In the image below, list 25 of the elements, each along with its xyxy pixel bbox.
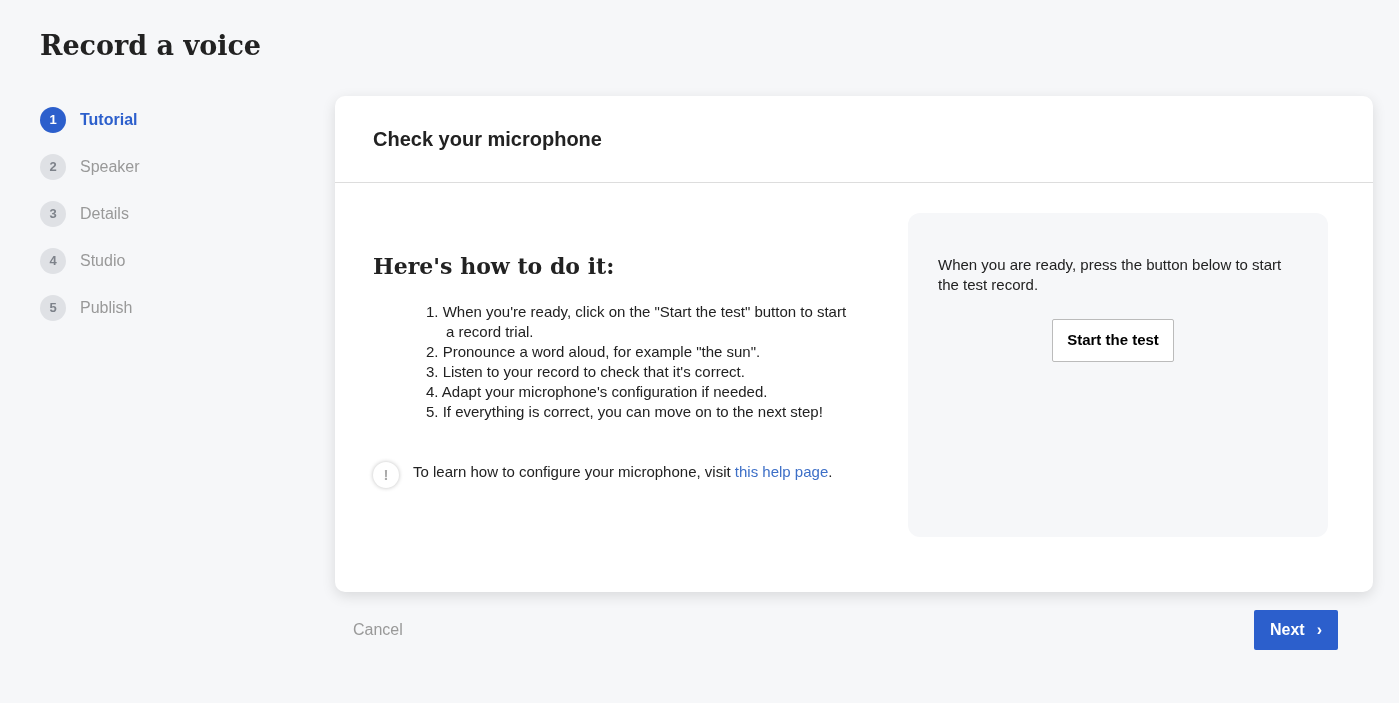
step-number: 4 (40, 247, 66, 274)
card-title: Check your microphone (335, 96, 1373, 184)
instruction-item: 2. Pronounce a word aloud, for example "the sun". (426, 341, 762, 362)
chevron-right-icon: › (1316, 618, 1322, 643)
instruction-item: 5. If everything is correct, you can move on to the next step! (426, 401, 824, 422)
step-label[interactable]: Studio (80, 248, 126, 273)
section-heading: Here's how to do it: (373, 253, 616, 280)
cancel-button[interactable]: Cancel (353, 618, 403, 643)
step-label[interactable]: Publish (80, 295, 133, 320)
help-note: To learn how to configure your microphone, visit this help page. (413, 461, 833, 482)
step-number: 2 (40, 153, 66, 180)
step-label[interactable]: Details (80, 201, 129, 226)
page-title: Record a voice (40, 30, 263, 63)
next-button[interactable]: Next › (1254, 610, 1338, 651)
instruction-item: 4. Adapt your microphone's configuration if needed. (426, 381, 769, 402)
step-number: 1 (40, 106, 66, 133)
start-test-button[interactable]: Start the test (1052, 319, 1174, 362)
step-number: 3 (40, 200, 66, 227)
panel-text: When you are ready, press the button below to start the test record. (938, 255, 1283, 296)
step-number: 5 (40, 294, 66, 321)
step-label[interactable]: Speaker (80, 154, 140, 179)
step-label[interactable]: Tutorial (80, 107, 138, 132)
instruction-item: 1. When you're ready, click on the "Start the test" button to start a record trial. (426, 301, 848, 342)
help-link[interactable]: this help page (734, 462, 829, 480)
instruction-item: 3. Listen to your record to check that it's correct. (426, 361, 746, 382)
